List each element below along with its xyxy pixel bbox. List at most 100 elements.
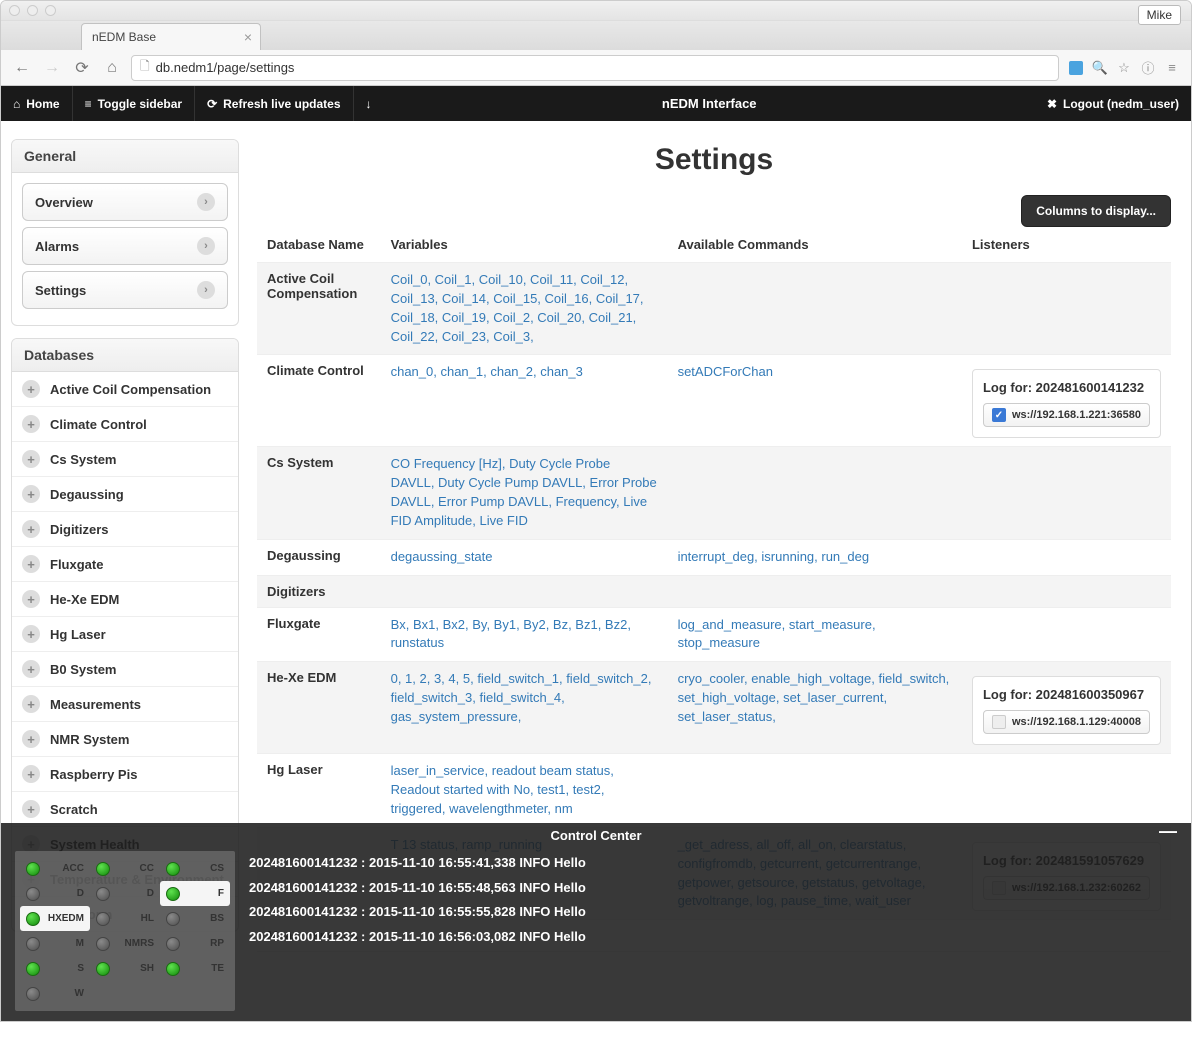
general-item[interactable]: Settings› bbox=[22, 271, 228, 309]
status-dot-icon bbox=[166, 937, 180, 951]
home-button[interactable]: ⌂Home bbox=[1, 86, 72, 121]
status-cell[interactable]: D bbox=[90, 881, 160, 906]
bookmark-icon[interactable]: ☆ bbox=[1115, 59, 1133, 77]
database-item[interactable]: +B0 System bbox=[12, 652, 238, 687]
status-cell[interactable]: TE bbox=[160, 956, 230, 981]
th-variables: Variables bbox=[381, 227, 668, 263]
download-button[interactable]: ↓ bbox=[354, 86, 384, 121]
address-bar[interactable]: 🗋 db.nedm1/page/settings bbox=[131, 55, 1059, 81]
status-dot-icon bbox=[96, 862, 110, 876]
reload-icon[interactable]: ⟳ bbox=[71, 57, 93, 79]
status-cell[interactable]: CC bbox=[90, 856, 160, 881]
back-icon[interactable]: ← bbox=[11, 57, 33, 79]
status-cell[interactable]: RP bbox=[160, 931, 230, 956]
minimize-icon[interactable]: — bbox=[1159, 827, 1177, 835]
columns-to-display-button[interactable]: Columns to display... bbox=[1021, 195, 1171, 227]
database-item[interactable]: +Hg Laser bbox=[12, 617, 238, 652]
ws-badge[interactable]: ws://192.168.1.129:40008 bbox=[983, 710, 1150, 734]
variables-cell[interactable]: laser_in_service, readout beam status, R… bbox=[391, 763, 614, 816]
close-icon: ✖ bbox=[1047, 97, 1057, 111]
refresh-icon: ⟳ bbox=[207, 97, 217, 111]
close-window-icon[interactable] bbox=[9, 5, 20, 16]
close-tab-icon[interactable]: × bbox=[244, 29, 252, 45]
status-cell[interactable]: ACC bbox=[20, 856, 90, 881]
minimize-window-icon[interactable] bbox=[27, 5, 38, 16]
general-panel: General Overview›Alarms›Settings› bbox=[11, 139, 239, 326]
status-cell[interactable]: BS bbox=[160, 906, 230, 931]
page: General Overview›Alarms›Settings› Databa… bbox=[1, 121, 1191, 1021]
home-icon[interactable]: ⌂ bbox=[101, 57, 123, 79]
chevron-right-icon: › bbox=[197, 281, 215, 299]
browser-tab[interactable]: nEDM Base × bbox=[81, 23, 261, 50]
variables-cell[interactable]: Coil_0, Coil_1, Coil_10, Coil_11, Coil_1… bbox=[391, 272, 644, 344]
status-cell[interactable]: HL bbox=[90, 906, 160, 931]
database-item[interactable]: +Raspberry Pis bbox=[12, 757, 238, 792]
status-cell[interactable]: NMRS bbox=[90, 931, 160, 956]
table-row: FluxgateBx, Bx1, Bx2, By, By1, By2, Bz, … bbox=[257, 607, 1171, 662]
page-title: Settings bbox=[257, 143, 1171, 177]
plus-icon: + bbox=[22, 625, 40, 643]
menu-icon[interactable]: ≡ bbox=[1163, 59, 1181, 77]
database-item[interactable]: +Digitizers bbox=[12, 512, 238, 547]
db-name-cell: Degaussing bbox=[257, 539, 381, 575]
refresh-button[interactable]: ⟳Refresh live updates bbox=[195, 86, 352, 121]
status-cell[interactable]: S bbox=[20, 956, 90, 981]
forward-icon[interactable]: → bbox=[41, 57, 63, 79]
plus-icon: + bbox=[22, 695, 40, 713]
database-item[interactable]: +Cs System bbox=[12, 442, 238, 477]
plus-icon: + bbox=[22, 730, 40, 748]
toggle-sidebar-button[interactable]: ≡Toggle sidebar bbox=[73, 86, 194, 121]
database-item[interactable]: +He-Xe EDM bbox=[12, 582, 238, 617]
tab-bar: nEDM Base × Mike bbox=[1, 21, 1191, 50]
general-item[interactable]: Overview› bbox=[22, 183, 228, 221]
control-center-header[interactable]: Control Center — bbox=[1, 823, 1191, 847]
checkbox-checked-icon[interactable]: ✓ bbox=[992, 408, 1006, 422]
ws-badge[interactable]: ✓ws://192.168.1.221:36580 bbox=[983, 403, 1150, 427]
logout-button[interactable]: ✖Logout (nedm_user) bbox=[1035, 86, 1191, 121]
info-icon[interactable]: ⓘ bbox=[1139, 59, 1157, 77]
variables-cell[interactable]: 0, 1, 2, 3, 4, 5, field_switch_1, field_… bbox=[391, 671, 652, 724]
status-cell[interactable]: D bbox=[20, 881, 90, 906]
status-dot-icon bbox=[26, 912, 40, 926]
zoom-window-icon[interactable] bbox=[45, 5, 56, 16]
commands-cell[interactable]: log_and_measure, start_measure, stop_mea… bbox=[678, 617, 876, 651]
database-item[interactable]: +Active Coil Compensation bbox=[12, 372, 238, 407]
status-cell[interactable]: HXEDM bbox=[20, 906, 90, 931]
url-text: db.nedm1/page/settings bbox=[156, 60, 295, 75]
status-cell[interactable]: F bbox=[160, 881, 230, 906]
app-bar: ⌂Home ≡Toggle sidebar ⟳Refresh live upda… bbox=[1, 86, 1191, 121]
status-cell[interactable]: CS bbox=[160, 856, 230, 881]
commands-cell[interactable]: cryo_cooler, enable_high_voltage, field_… bbox=[678, 671, 950, 724]
table-row: He-Xe EDM0, 1, 2, 3, 4, 5, field_switch_… bbox=[257, 662, 1171, 754]
database-item[interactable]: +Measurements bbox=[12, 687, 238, 722]
commands-cell[interactable]: interrupt_deg, isrunning, run_deg bbox=[678, 549, 870, 564]
ws-url: ws://192.168.1.129:40008 bbox=[1012, 716, 1141, 728]
general-item[interactable]: Alarms› bbox=[22, 227, 228, 265]
variables-cell[interactable]: degaussing_state bbox=[391, 549, 493, 564]
log-title: Log for: 202481600141232 bbox=[983, 380, 1150, 395]
status-cell[interactable]: M bbox=[20, 931, 90, 956]
zoom-icon[interactable]: 🔍 bbox=[1091, 59, 1109, 77]
variables-cell[interactable]: CO Frequency [Hz], Duty Cycle Probe DAVL… bbox=[391, 456, 657, 528]
database-item[interactable]: +Climate Control bbox=[12, 407, 238, 442]
plus-icon: + bbox=[22, 415, 40, 433]
profile-badge[interactable]: Mike bbox=[1138, 5, 1181, 25]
variables-cell[interactable]: Bx, Bx1, Bx2, By, By1, By2, Bz, Bz1, Bz2… bbox=[391, 617, 631, 651]
status-dot-icon bbox=[96, 962, 110, 976]
database-item[interactable]: +Scratch bbox=[12, 792, 238, 827]
status-dot-icon bbox=[26, 962, 40, 976]
plus-icon: + bbox=[22, 555, 40, 573]
database-item[interactable]: +NMR System bbox=[12, 722, 238, 757]
database-item[interactable]: +Degaussing bbox=[12, 477, 238, 512]
status-cell[interactable]: SH bbox=[90, 956, 160, 981]
variables-cell[interactable]: chan_0, chan_1, chan_2, chan_3 bbox=[391, 364, 583, 379]
log-title: Log for: 202481600350967 bbox=[983, 687, 1150, 702]
commands-cell[interactable]: setADCForChan bbox=[678, 364, 773, 379]
checkbox-icon[interactable] bbox=[992, 715, 1006, 729]
control-center-log: 202481600141232 : 2015-11-10 16:55:41,33… bbox=[249, 851, 586, 1011]
table-row: Climate Controlchan_0, chan_1, chan_2, c… bbox=[257, 355, 1171, 447]
status-cell[interactable]: W bbox=[20, 981, 90, 1006]
database-item[interactable]: +Fluxgate bbox=[12, 547, 238, 582]
listener-log: Log for: 202481600141232 ✓ws://192.168.1.… bbox=[972, 369, 1161, 438]
extension-icon[interactable] bbox=[1067, 59, 1085, 77]
